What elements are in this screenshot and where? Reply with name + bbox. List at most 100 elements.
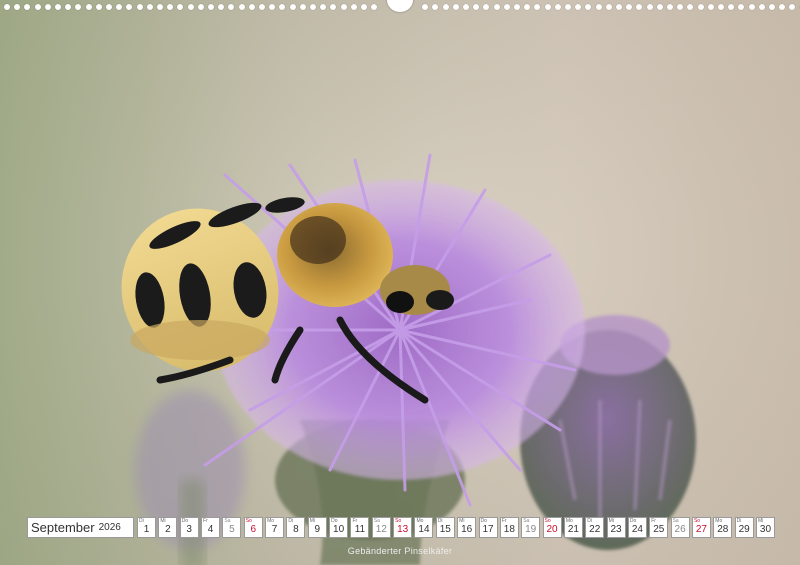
binding-dot <box>626 4 633 10</box>
binding-dot <box>656 4 663 10</box>
day-number: 6 <box>250 524 256 535</box>
binding-dot <box>565 4 571 10</box>
day-number: 24 <box>631 524 643 535</box>
binding-dot <box>697 4 704 10</box>
binding-dot <box>44 4 51 10</box>
day-cell: Do 10 <box>329 517 349 538</box>
day-number: 10 <box>333 524 345 535</box>
binding-dot <box>789 4 796 10</box>
binding-dot <box>432 4 439 10</box>
binding-dot <box>14 4 21 10</box>
month-year: 2026 <box>98 522 121 533</box>
binding-dot <box>34 4 41 10</box>
day-cell: Di 29 <box>734 517 754 538</box>
day-number: 2 <box>165 524 171 535</box>
binding-dot <box>126 4 133 10</box>
day-number: 4 <box>207 524 214 535</box>
binding-dot <box>208 4 214 10</box>
day-number: 30 <box>759 524 772 535</box>
day-cell: Mo 28 <box>713 517 733 538</box>
binding-dot <box>514 4 520 10</box>
day-number: 21 <box>567 524 579 535</box>
photo-caption: Gebänderter Pinselkäfer <box>347 546 453 556</box>
binding-dot <box>758 4 765 10</box>
day-number: 17 <box>482 524 494 535</box>
binding-dot <box>187 4 194 10</box>
day-cell: So 13 <box>393 517 413 538</box>
day-cell: So 20 <box>542 517 562 538</box>
month-name: September <box>31 520 95 535</box>
binding-dot <box>422 4 429 10</box>
day-number: 8 <box>293 524 299 535</box>
binding-dot <box>463 4 469 10</box>
binding-dot <box>554 4 561 10</box>
day-cell: Fr 4 <box>201 517 221 538</box>
binding-dot <box>85 4 92 10</box>
binding-dot <box>289 4 296 10</box>
binding-dot <box>279 4 286 10</box>
binding-dot <box>452 4 459 10</box>
binding-dot <box>718 4 724 10</box>
day-cell: Do 3 <box>179 517 199 538</box>
binding-dot <box>340 4 347 10</box>
binding-dot <box>177 4 184 10</box>
day-cell: So 6 <box>243 517 263 538</box>
binding-dot <box>269 4 276 10</box>
binding-dot <box>779 4 786 10</box>
day-cell: Fr 25 <box>649 517 669 538</box>
binding-dot <box>769 4 775 10</box>
calendar-strip: September 2026 Di 1 Mi 2 Do 3 Fr 4 Sa 5 So 6 Mo 7 Di 8 M… <box>27 517 777 538</box>
day-cell: Mi 9 <box>307 517 327 538</box>
binding-dot <box>361 4 367 10</box>
binding-dot <box>483 4 490 10</box>
binding-dot <box>146 4 153 10</box>
binding-dot <box>667 4 673 10</box>
binding-dot <box>371 4 378 10</box>
day-number: 16 <box>461 524 473 535</box>
binding-dot <box>167 4 174 10</box>
day-number: 23 <box>610 524 622 535</box>
binding-dot <box>24 4 31 10</box>
day-cell: So 27 <box>691 517 711 538</box>
day-number: 27 <box>695 524 707 535</box>
binding-dot <box>738 4 745 10</box>
day-cell: Sa 26 <box>670 517 690 538</box>
binding-dot <box>544 4 551 10</box>
day-number: 11 <box>354 524 366 535</box>
binding-dot <box>636 4 643 10</box>
day-cell: Mi 23 <box>606 517 626 538</box>
binding-dot <box>299 4 306 10</box>
day-number: 25 <box>653 524 665 535</box>
day-cell: Mo 14 <box>414 517 434 538</box>
day-cell: Sa 12 <box>371 517 391 538</box>
day-number: 1 <box>143 524 150 535</box>
binding-dot <box>748 4 755 10</box>
calendar-photo <box>0 0 800 565</box>
binding-dot <box>248 4 255 10</box>
binding-dot <box>157 4 163 10</box>
binding-dot <box>330 4 337 10</box>
day-number: 9 <box>314 524 321 535</box>
day-number: 7 <box>271 524 278 535</box>
binding-dot <box>228 4 235 10</box>
binding-dot <box>442 4 449 10</box>
binding-dot <box>605 4 612 10</box>
binding-dot <box>534 4 541 10</box>
binding-dot <box>503 4 510 10</box>
day-number: 15 <box>439 524 451 535</box>
binding-dot <box>95 4 102 10</box>
day-cell: Fr 11 <box>350 517 370 538</box>
binding-dot <box>238 4 245 10</box>
binding-dot <box>218 4 225 10</box>
day-cell: Di 8 <box>286 517 306 538</box>
binding-dot <box>493 4 500 10</box>
day-number: 26 <box>674 524 686 535</box>
binding-dot <box>595 4 602 10</box>
binding-dot <box>55 4 61 10</box>
day-number: 14 <box>418 524 430 535</box>
binding-dot <box>350 4 357 10</box>
day-number: 22 <box>589 524 601 535</box>
binding-dot <box>116 4 123 10</box>
day-number: 20 <box>546 524 558 535</box>
binding-dot <box>4 4 10 10</box>
